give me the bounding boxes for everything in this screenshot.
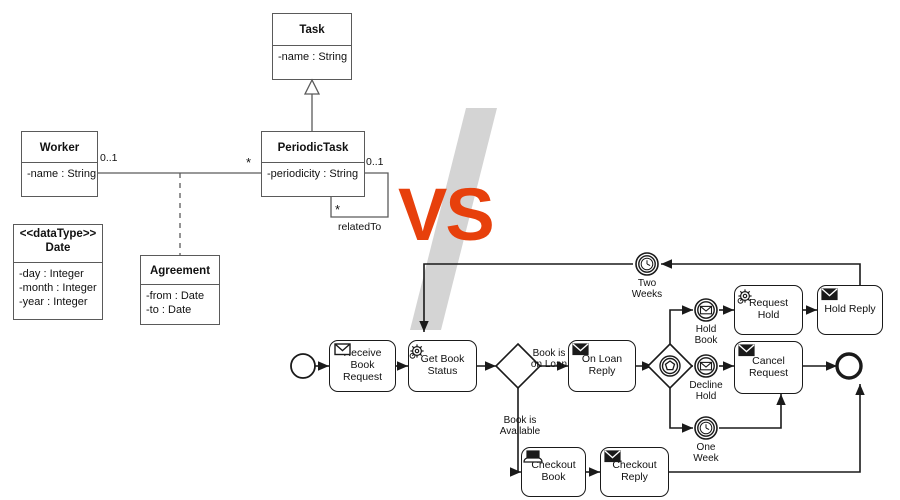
event-label-two-weeks: Two Weeks xyxy=(631,278,663,301)
two-weeks-timer-event[interactable] xyxy=(635,252,659,276)
task-label: Checkout Reply xyxy=(612,459,657,483)
flow-label-book-is-available: Book is Available xyxy=(499,415,541,438)
decline-hold-message-event[interactable] xyxy=(694,354,718,378)
event-label-decline-hold: Decline Hold xyxy=(689,380,723,403)
task-label: Get Book Status xyxy=(420,353,465,377)
task-label: Checkout Book xyxy=(531,459,576,483)
event-label-hold-book: Hold Book xyxy=(694,324,718,347)
task-label: On Loan Reply xyxy=(581,353,623,377)
event-label-one-week: One Week xyxy=(693,442,719,465)
bpmn-task-hold-reply[interactable]: Hold Reply xyxy=(817,285,883,335)
bpmn-task-receive-book-request[interactable]: Receive Book Request xyxy=(329,340,396,392)
bpmn-task-checkout-reply[interactable]: Checkout Reply xyxy=(600,447,669,497)
diagram-canvas: Task -name : String PeriodicTask -period… xyxy=(0,0,900,500)
task-label: Hold Reply xyxy=(824,303,876,316)
hold-book-message-event[interactable] xyxy=(694,298,718,322)
bpmn-task-cancel-request[interactable]: Cancel Request xyxy=(734,341,803,394)
start-event[interactable] xyxy=(290,353,316,379)
task-label: Cancel Request xyxy=(748,354,789,379)
bpmn-task-get-book-status[interactable]: Get Book Status xyxy=(408,340,477,392)
one-week-timer-event[interactable] xyxy=(694,416,718,440)
bpmn-task-checkout-book[interactable]: Checkout Book xyxy=(521,447,586,497)
versus-label: VS xyxy=(398,173,495,256)
task-label: Request Hold xyxy=(748,297,789,321)
bpmn-task-request-hold[interactable]: Request Hold xyxy=(734,285,803,335)
end-event[interactable] xyxy=(835,352,863,380)
task-label: Receive Book Request xyxy=(342,347,383,383)
flow-label-book-is-on-loan: Book is on Loan xyxy=(530,348,568,371)
